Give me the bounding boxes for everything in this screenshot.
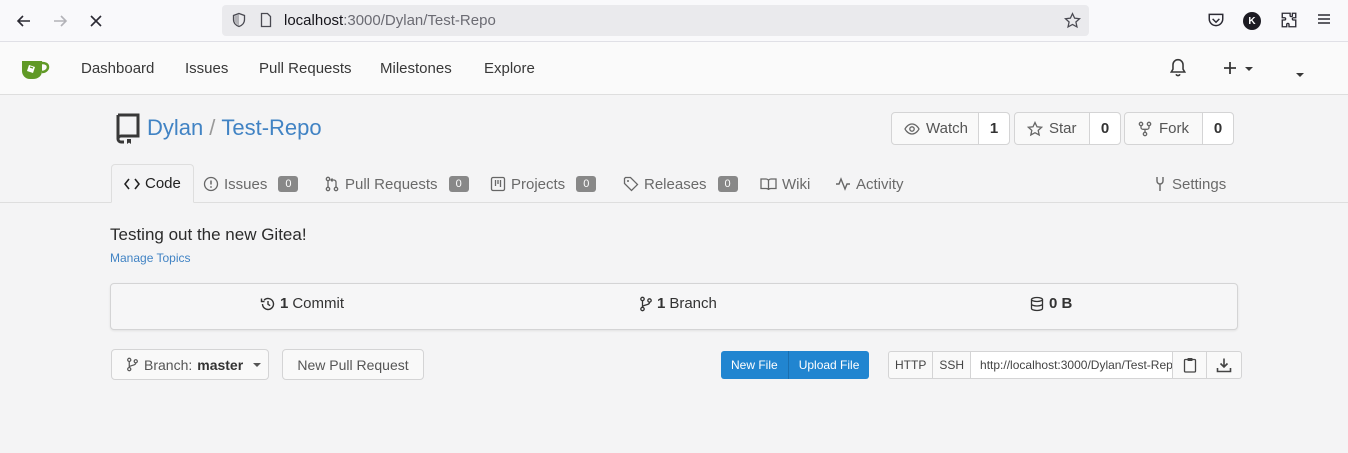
projects-count-badge: 0 bbox=[576, 176, 597, 192]
tag-icon bbox=[623, 176, 639, 192]
code-icon bbox=[124, 178, 140, 189]
http-clone-button[interactable]: HTTP bbox=[889, 352, 934, 378]
eye-icon bbox=[904, 122, 920, 135]
plus-icon[interactable] bbox=[1222, 60, 1238, 76]
clone-panel: HTTP SSH http://localhost:3000/Dylan/Tes… bbox=[888, 351, 1243, 379]
manage-topics-link[interactable]: Manage Topics bbox=[110, 251, 191, 265]
nav-issues[interactable]: Issues bbox=[185, 60, 228, 77]
clipboard-icon bbox=[1183, 358, 1196, 373]
nav-explore[interactable]: Explore bbox=[484, 60, 535, 77]
gitea-navbar: Dashboard Issues Pull Requests Milestone… bbox=[0, 42, 1348, 95]
address-bar[interactable]: localhost:3000/Dylan/Test-Repo bbox=[222, 5, 1089, 36]
releases-count-badge: 0 bbox=[717, 176, 738, 192]
fork-count[interactable]: 0 bbox=[1203, 113, 1233, 144]
ssh-clone-button[interactable]: SSH bbox=[933, 352, 972, 378]
new-pull-request-button[interactable]: New Pull Request bbox=[282, 349, 424, 380]
arrow-right-icon bbox=[54, 15, 68, 27]
download-button[interactable] bbox=[1207, 352, 1241, 378]
commits-stat[interactable]: 1 Commit bbox=[260, 295, 344, 312]
branch-selector[interactable]: Branch: master bbox=[111, 349, 269, 380]
pulls-count-badge: 0 bbox=[448, 176, 469, 192]
shield-icon[interactable] bbox=[231, 12, 247, 28]
star-icon bbox=[1027, 120, 1043, 136]
gitea-logo-icon[interactable] bbox=[20, 56, 50, 82]
arrow-left-icon bbox=[16, 15, 30, 27]
bookmark-star-icon[interactable] bbox=[1064, 12, 1081, 29]
branch-icon bbox=[127, 357, 138, 372]
nav-dashboard[interactable]: Dashboard bbox=[81, 60, 154, 77]
issues-count-badge: 0 bbox=[278, 176, 299, 192]
watch-button[interactable]: Watch 1 bbox=[891, 112, 1010, 145]
star-button[interactable]: Star 0 bbox=[1014, 112, 1121, 145]
new-file-button[interactable]: New File bbox=[721, 351, 789, 379]
issue-icon bbox=[203, 176, 219, 192]
pocket-icon[interactable] bbox=[1207, 11, 1225, 29]
profile-avatar[interactable]: K bbox=[1243, 12, 1261, 30]
repo-name-link[interactable]: Test-Repo bbox=[221, 115, 321, 140]
clone-url-input[interactable]: http://localhost:3000/Dylan/Test-Repo.gi… bbox=[971, 352, 1174, 378]
nav-pull-requests[interactable]: Pull Requests bbox=[259, 60, 352, 77]
extensions-icon[interactable] bbox=[1280, 11, 1298, 29]
tab-issues[interactable]: Issues 0 bbox=[203, 165, 299, 203]
forward-button[interactable] bbox=[47, 8, 73, 34]
repo-icon bbox=[113, 113, 141, 145]
close-icon bbox=[90, 15, 102, 27]
database-icon bbox=[1030, 296, 1044, 311]
tab-settings[interactable]: Settings bbox=[1153, 165, 1226, 203]
watch-count[interactable]: 1 bbox=[979, 113, 1009, 144]
fork-button[interactable]: Fork 0 bbox=[1124, 112, 1234, 145]
tab-wiki[interactable]: Wiki bbox=[760, 165, 810, 203]
repo-owner-link[interactable]: Dylan bbox=[147, 115, 203, 140]
stop-button[interactable] bbox=[83, 8, 109, 34]
menu-icon[interactable] bbox=[1316, 11, 1332, 27]
copy-url-button[interactable] bbox=[1173, 352, 1208, 378]
tab-projects[interactable]: Projects 0 bbox=[490, 165, 597, 203]
branch-icon bbox=[640, 296, 652, 311]
pull-request-icon bbox=[325, 176, 339, 192]
history-icon bbox=[260, 297, 275, 310]
url-text: localhost:3000/Dylan/Test-Repo bbox=[284, 12, 496, 29]
repo-header: Dylan / Test-Repo Watch 1 Star 0 Fork 0 Co… bbox=[0, 95, 1348, 203]
repo-title: Dylan / Test-Repo bbox=[147, 115, 322, 141]
tab-releases[interactable]: Releases 0 bbox=[623, 165, 738, 203]
chevron-down-icon bbox=[253, 362, 262, 367]
pulse-icon bbox=[836, 177, 850, 191]
star-count[interactable]: 0 bbox=[1090, 113, 1120, 144]
tab-pull-requests[interactable]: Pull Requests 0 bbox=[324, 165, 469, 203]
branches-stat[interactable]: 1 Branch bbox=[639, 295, 717, 312]
file-actions-group: New File Upload File bbox=[721, 351, 870, 379]
download-icon bbox=[1216, 358, 1232, 373]
upload-file-button[interactable]: Upload File bbox=[789, 351, 870, 379]
repo-title-separator: / bbox=[209, 115, 216, 140]
repo-stats-bar: 1 Commit 1 Branch 0 B bbox=[110, 283, 1238, 330]
chevron-down-icon[interactable] bbox=[1244, 66, 1254, 72]
back-button[interactable] bbox=[11, 8, 37, 34]
chevron-down-icon[interactable] bbox=[1295, 72, 1305, 78]
book-icon bbox=[760, 177, 777, 190]
browser-toolbar: localhost:3000/Dylan/Test-Repo K bbox=[0, 0, 1348, 42]
nav-milestones[interactable]: Milestones bbox=[380, 60, 452, 77]
tab-code[interactable]: Code bbox=[111, 164, 194, 203]
bell-icon[interactable] bbox=[1169, 58, 1187, 77]
page-icon[interactable] bbox=[258, 12, 274, 28]
tab-activity[interactable]: Activity bbox=[835, 165, 904, 203]
tools-icon bbox=[1156, 177, 1164, 191]
repo-description: Testing out the new Gitea! bbox=[110, 225, 307, 244]
fork-icon bbox=[1138, 121, 1152, 136]
size-stat: 0 B bbox=[1029, 295, 1072, 312]
project-icon bbox=[490, 176, 506, 192]
